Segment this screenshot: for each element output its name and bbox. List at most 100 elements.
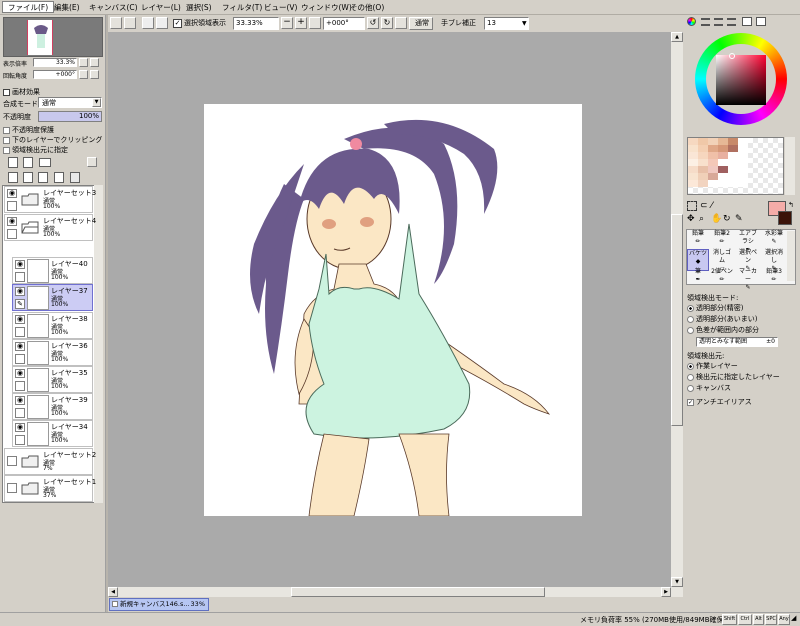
eye-icon[interactable]: ◉ — [15, 260, 25, 269]
nav-zoom-out-icon[interactable] — [79, 58, 88, 67]
horizontal-scrollbar[interactable]: ◀ ▶ — [108, 587, 683, 597]
canvas-paper[interactable] — [204, 104, 582, 517]
move-icon[interactable]: ✥ — [687, 215, 695, 224]
blend-mode-button[interactable]: 通常 — [409, 17, 433, 30]
detect-mode-fuzzy[interactable]: 透明部分(あいまい) — [687, 314, 757, 324]
layer-check[interactable] — [15, 435, 25, 445]
menu-window[interactable]: ウィンドウ(W) — [301, 2, 352, 13]
rgb-slider-toggle-icon[interactable] — [701, 18, 710, 26]
layer-set-2[interactable]: レイヤーセット2 通常 7% — [4, 448, 96, 475]
nav-zoom-in-icon[interactable] — [90, 58, 99, 67]
menu-layer[interactable]: レイヤー(L) — [141, 2, 181, 13]
layer-check[interactable] — [15, 381, 25, 391]
eyedropper-icon[interactable]: ✎ — [735, 215, 743, 224]
redo-icon[interactable] — [124, 17, 136, 29]
layer-check[interactable] — [7, 201, 17, 211]
tool-scrollbar[interactable] — [787, 231, 795, 281]
scroll-right-icon[interactable]: ▶ — [661, 587, 671, 597]
layer-36[interactable]: ◉ レイヤー36 通常 100% — [12, 339, 93, 366]
paper-effect-toggle[interactable]: 画材効果 — [3, 87, 40, 97]
menu-filter[interactable]: フィルタ(T) — [222, 2, 262, 13]
menu-select[interactable]: 選択(S) — [186, 2, 212, 13]
eye-icon[interactable]: ◉ — [15, 369, 25, 378]
menu-view[interactable]: ビュー(V) — [264, 2, 297, 13]
navigator-preview[interactable] — [3, 17, 103, 57]
layer-check[interactable] — [7, 229, 17, 239]
eye-icon[interactable]: ◉ — [7, 189, 17, 198]
zoom-reset-icon[interactable] — [309, 17, 321, 29]
opt-detect-source[interactable]: 領域検出元に指定 — [3, 145, 68, 155]
color-wheel-toggle-icon[interactable] — [687, 17, 696, 26]
merge-down-icon[interactable] — [23, 172, 33, 183]
new-layer-icon[interactable] — [8, 157, 18, 168]
invert-selection-icon[interactable] — [156, 17, 168, 29]
tool-binary-pen[interactable]: 2値ペン ✏ — [711, 268, 733, 290]
trash-icon[interactable] — [54, 172, 64, 183]
antialias-checkbox[interactable]: ✓ アンチエイリアス — [687, 397, 752, 407]
rotate-field[interactable]: +000° — [323, 17, 365, 30]
pen-icon[interactable]: ✎ — [15, 299, 25, 309]
rotate-tool-icon[interactable]: ↻ — [723, 215, 731, 224]
transfer-down-icon[interactable] — [8, 172, 18, 183]
color-swatches[interactable] — [688, 138, 748, 194]
tool-pencil3[interactable]: 鉛筆3 ✏ — [763, 268, 785, 290]
layer-check[interactable] — [15, 354, 25, 364]
rotate-cw-icon[interactable]: ↻ — [381, 17, 393, 29]
layer-set-1[interactable]: レイヤーセット1 通常 37% — [4, 475, 96, 502]
layer-check[interactable] — [15, 408, 25, 418]
clear-layer-icon[interactable] — [38, 172, 48, 183]
rect-select-icon[interactable] — [687, 201, 697, 211]
opt-clipping[interactable]: 下のレイヤーでクリッピング — [3, 135, 102, 145]
zoom-tool-icon[interactable]: ⌕ — [699, 215, 704, 224]
layer-39[interactable]: ◉ レイヤー39 通常 100% — [12, 393, 93, 420]
layer-check[interactable] — [7, 456, 17, 466]
opt-protect-opacity[interactable]: 不透明度保護 — [3, 125, 54, 135]
mixer-toggle-icon[interactable] — [727, 18, 736, 26]
layer-35[interactable]: ◉ レイヤー35 通常 100% — [12, 366, 93, 393]
layer-40[interactable]: ◉ レイヤー40 通常 100% — [12, 257, 93, 284]
swatch-scrollbar[interactable] — [785, 137, 795, 195]
layer-set-3[interactable]: ◉ レイヤーセット3 通常 100% — [4, 186, 96, 213]
nav-zoom-field[interactable]: 33.3% — [33, 58, 77, 67]
horizontal-scroll-thumb[interactable] — [291, 587, 545, 597]
layer-check[interactable] — [15, 327, 25, 337]
detect-mode-precise[interactable]: 透明部分(精密) — [687, 303, 743, 313]
transparent-range-slider[interactable]: 透明とみなす範囲 ±0 — [696, 337, 778, 347]
rotate-ccw-icon[interactable]: ↺ — [367, 17, 379, 29]
layer-check[interactable] — [15, 272, 25, 282]
layer-34[interactable]: ◉ レイヤー34 通常 100% — [12, 420, 93, 447]
eye-icon[interactable]: ◉ — [15, 396, 25, 405]
tool-brush[interactable]: 筆 ✒ — [687, 268, 709, 290]
scroll-up-icon[interactable]: ▲ — [671, 32, 683, 42]
source-working-layer[interactable]: 作業レイヤー — [687, 361, 738, 371]
select-region-checkbox[interactable]: ✓ — [173, 19, 182, 28]
zoom-out-icon[interactable]: − — [281, 17, 293, 29]
magic-wand-icon[interactable]: ⁄ — [711, 201, 713, 211]
detect-mode-color[interactable]: 色差が範囲内の部分 — [687, 325, 759, 335]
eye-icon[interactable]: ◉ — [15, 315, 25, 324]
menu-canvas[interactable]: キャンバス(C) — [89, 2, 138, 13]
lasso-icon[interactable]: ⊂ — [700, 201, 708, 211]
swatch-grid[interactable] — [687, 137, 784, 195]
scroll-left-icon[interactable]: ◀ — [108, 587, 118, 597]
eye-icon[interactable]: ◉ — [7, 217, 17, 226]
hsv-slider-toggle-icon[interactable] — [714, 18, 723, 26]
menu-edit[interactable]: 編集(E) — [54, 2, 80, 13]
source-canvas[interactable]: キャンバス — [687, 383, 731, 393]
layer-38[interactable]: ◉ レイヤー38 通常 100% — [12, 312, 93, 339]
layer-37[interactable]: ◉ ✎ レイヤー37 通常 100% — [12, 284, 93, 311]
zoom-in-icon[interactable]: + — [295, 17, 307, 29]
tool-marker[interactable]: マーカー ✎ — [737, 268, 759, 291]
scroll-down-icon[interactable]: ▼ — [671, 577, 683, 587]
layer-mask-icon[interactable] — [70, 172, 80, 183]
source-specified-layer[interactable]: 検出元に指定したレイヤー — [687, 372, 780, 382]
layer-panel-menu-icon[interactable] — [87, 157, 97, 167]
saturation-value-square[interactable] — [716, 55, 766, 105]
new-layer-set-icon[interactable] — [39, 158, 51, 167]
deselect-icon[interactable] — [142, 17, 154, 29]
eye-icon[interactable]: ◉ — [15, 342, 25, 351]
eye-icon[interactable]: ◉ — [15, 423, 25, 432]
nav-rotate-left-icon[interactable] — [79, 70, 88, 79]
scratchpad-toggle-icon[interactable] — [756, 17, 766, 26]
hand-icon[interactable]: ✋ — [711, 215, 722, 224]
